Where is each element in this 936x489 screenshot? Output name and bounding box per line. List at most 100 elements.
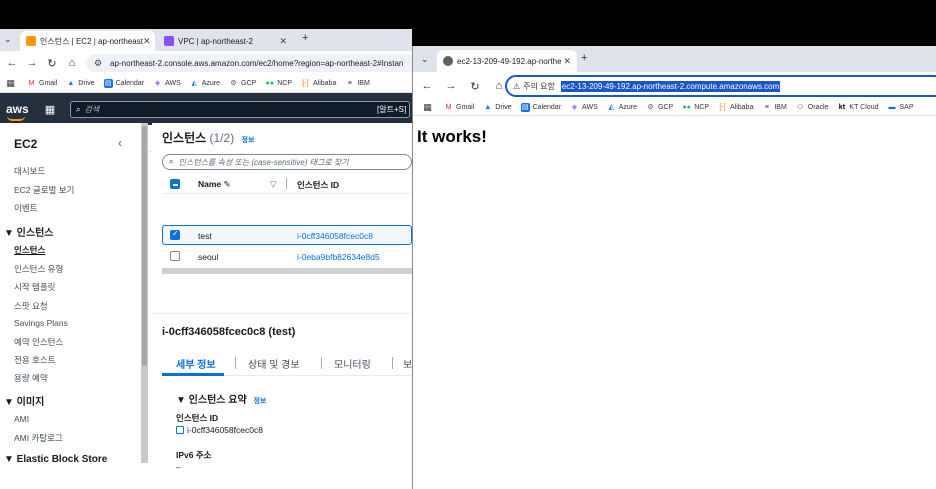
- bookmark-calendar[interactable]: ▤ Calendar: [103, 79, 144, 88]
- bookmark-drive[interactable]: ▲ Drive: [66, 79, 94, 88]
- sidebar-item-instances[interactable]: 인스턴스: [14, 244, 45, 256]
- reload-icon[interactable]: ↻: [467, 80, 483, 93]
- sidebar-item-instance-types[interactable]: 인스턴스 유형: [14, 263, 63, 275]
- bookmark-alibaba[interactable]: [-] Alibaba: [301, 79, 336, 88]
- bookmark-azure[interactable]: ◭ Azure: [190, 79, 221, 88]
- navigation-bar: ← → ↻ ⌂ ⚙ ap-northeast-2.console.aws.ama…: [0, 51, 412, 75]
- bookmark-calendar[interactable]: ▤ Calendar: [520, 103, 561, 112]
- forward-arrow-icon[interactable]: →: [24, 57, 40, 69]
- search-icon: ⌕: [169, 157, 174, 166]
- security-warning-chip[interactable]: ⚠ 주의 요함: [513, 80, 555, 92]
- sidebar-item-events[interactable]: 이벤트: [14, 202, 37, 214]
- bookmark-alibaba[interactable]: [-] Alibaba: [718, 103, 753, 112]
- sidebar-item-ami-catalog[interactable]: AMI 카탈로그: [14, 432, 63, 444]
- back-arrow-icon[interactable]: ←: [4, 57, 20, 69]
- tab-details[interactable]: 세부 정보: [176, 356, 216, 371]
- instance-summary-heading[interactable]: ▼ 인스턴스 요약 정보: [176, 391, 266, 406]
- bookmark-drive[interactable]: ▲ Drive: [483, 103, 511, 112]
- table-horizontal-scrollbar[interactable]: [162, 268, 412, 274]
- column-instance-id[interactable]: 인스턴스 ID: [297, 179, 339, 191]
- copy-icon[interactable]: [176, 426, 184, 434]
- bookmark-aws[interactable]: ◈ AWS: [153, 79, 181, 88]
- sidebar-section-ebs[interactable]: ▼ Elastic Block Store: [4, 454, 107, 465]
- sidebar-item-ami[interactable]: AMI: [14, 414, 29, 424]
- sidebar-item-savings-plans[interactable]: Savings Plans: [14, 318, 68, 328]
- instance-id-link[interactable]: i-0cff346058fcec0c8: [297, 231, 373, 241]
- address-bar[interactable]: ⚠ 주의 요함 ec2-13-209-49-192.ap-northeast-2…: [505, 75, 936, 97]
- instance-name: test: [198, 231, 212, 241]
- tab-list-chevron-icon[interactable]: ⌄: [4, 34, 12, 45]
- instance-search-input[interactable]: ⌕ 인스턴스를 속성 또는 (case-sensitive) 태그로 찾기: [162, 154, 412, 170]
- bookmark-aws[interactable]: ◈ AWS: [570, 103, 598, 112]
- bookmark-gmail[interactable]: M Gmail: [27, 79, 58, 88]
- bookmark-azure[interactable]: ◭ Azure: [607, 103, 638, 112]
- select-all-checkbox[interactable]: [170, 179, 180, 189]
- sidebar-item-reserved-instances[interactable]: 예약 인스턴스: [14, 336, 63, 348]
- bookmark-gcp[interactable]: ⚙ GCP: [646, 103, 673, 112]
- column-name[interactable]: Name ✎: [198, 179, 231, 190]
- tab-monitoring[interactable]: 모니터링: [334, 356, 371, 371]
- bookmark-ibm[interactable]: ≡ IBM: [762, 103, 787, 112]
- bookmark-gmail[interactable]: M Gmail: [444, 103, 475, 112]
- gcp-icon: ⚙: [230, 80, 237, 87]
- address-bar[interactable]: ⚙ ap-northeast-2.console.aws.amazon.com/…: [86, 54, 412, 72]
- instance-id-link[interactable]: i-0eba9bfb82634e8d5: [297, 252, 380, 262]
- forward-arrow-icon[interactable]: →: [443, 80, 459, 92]
- tab-status-alarms[interactable]: 상태 및 경보: [248, 356, 300, 371]
- sidebar-item-global-view[interactable]: EC2 글로벌 보기: [14, 184, 74, 196]
- it-works-window: ⌄ ec2-13-209-49-192.ap-northe ✕ + ← → ↻ …: [412, 46, 936, 489]
- close-tab-icon[interactable]: ✕: [143, 36, 151, 47]
- row-checkbox[interactable]: [170, 251, 180, 261]
- sidebar-section-instances[interactable]: ▼ 인스턴스: [4, 224, 53, 239]
- new-tab-button[interactable]: +: [302, 32, 308, 44]
- sidebar-item-dedicated-hosts[interactable]: 전용 호스트: [14, 354, 55, 366]
- aws-favicon-icon: [26, 36, 36, 46]
- tab-ec2-site[interactable]: ec2-13-209-49-192.ap-northe ✕: [437, 50, 577, 72]
- ipv6-label: IPv6 주소: [176, 450, 212, 460]
- tab-strip: ⌄ 인스턴스 | EC2 | ap-northeast ✕ VPC | ap-n…: [0, 29, 412, 51]
- tab-vpc[interactable]: VPC | ap-northeast-2 ✕: [158, 31, 293, 51]
- table-row[interactable]: test i-0cff346058fcec0c8: [162, 225, 412, 245]
- bookmark-ncp[interactable]: ●● NCP: [265, 79, 292, 88]
- tab-more[interactable]: 보: [403, 356, 412, 371]
- close-tab-icon[interactable]: ✕: [563, 56, 571, 67]
- page-title: 인스턴스 (1/2) 정보: [162, 131, 255, 145]
- tab-list-chevron-icon[interactable]: ⌄: [421, 54, 429, 65]
- bookmark-ncp[interactable]: ●● NCP: [682, 103, 709, 112]
- sidebar-item-spot-requests[interactable]: 스팟 요청: [14, 300, 48, 312]
- apps-icon[interactable]: ▦: [423, 103, 435, 112]
- aws-search-input[interactable]: ⌕ 검색 [알트+S]: [70, 101, 410, 118]
- bookmark-kt-cloud[interactable]: kt KT Cloud: [837, 103, 879, 112]
- sort-icon[interactable]: ▽: [270, 179, 277, 190]
- close-tab-icon[interactable]: ✕: [279, 36, 287, 47]
- sidebar-item-capacity-reservations[interactable]: 용량 예약: [14, 372, 48, 384]
- services-grid-icon[interactable]: ▦: [45, 103, 55, 116]
- table-row[interactable]: seoul i-0eba9bfb82634e8d5: [162, 246, 412, 266]
- home-icon[interactable]: ⌂: [64, 57, 80, 69]
- site-settings-icon[interactable]: ⚙: [94, 58, 102, 69]
- gcp-icon: ⚙: [647, 104, 654, 111]
- sidebar-scroll-thumb[interactable]: [142, 126, 147, 366]
- tab-ec2-instances[interactable]: 인스턴스 | EC2 | ap-northeast ✕: [20, 31, 155, 51]
- bookmark-ibm[interactable]: ≡ IBM: [345, 79, 370, 88]
- sidebar-item-launch-templates[interactable]: 시작 템플릿: [14, 281, 55, 293]
- aws-logo[interactable]: aws: [6, 102, 29, 121]
- azure-icon: ◭: [608, 104, 614, 111]
- new-tab-button[interactable]: +: [581, 52, 587, 64]
- sidebar-section-images[interactable]: ▼ 이미지: [4, 393, 44, 408]
- row-checkbox[interactable]: [170, 229, 180, 240]
- back-arrow-icon[interactable]: ←: [419, 80, 435, 92]
- bookmark-oracle[interactable]: ⬭ Oracle: [796, 103, 828, 112]
- info-link[interactable]: 정보: [242, 137, 255, 144]
- instances-count: (1/2): [209, 131, 235, 145]
- bookmark-sap[interactable]: ▬ SAP: [887, 103, 913, 112]
- collapse-sidebar-icon[interactable]: ‹: [118, 136, 122, 150]
- screen-top-bar: [0, 0, 936, 29]
- reload-icon[interactable]: ↻: [44, 57, 60, 70]
- apps-icon[interactable]: ▦: [6, 79, 18, 88]
- bookmark-gcp[interactable]: ⚙ GCP: [229, 79, 256, 88]
- sidebar-item-dashboard[interactable]: 대시보드: [14, 165, 45, 177]
- summary-info-link[interactable]: 정보: [253, 398, 266, 405]
- ipv6-value: –: [176, 462, 181, 472]
- panel-divider[interactable]: [152, 313, 412, 314]
